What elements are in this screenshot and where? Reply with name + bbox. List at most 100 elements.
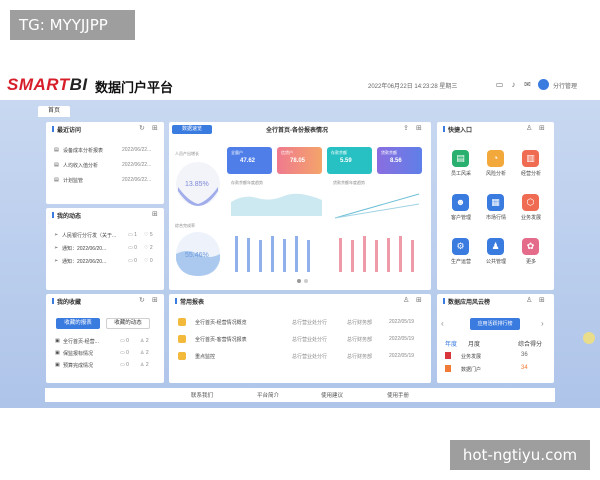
panel-marker <box>443 126 445 132</box>
recent-date: 2022/06/22... <box>122 162 152 168</box>
recent-panel: 最近访问 ↻ ⊞ ▤ 设备成本分析报表 2022/06/22... ▤ 人均收入… <box>46 122 164 204</box>
analysis-icon[interactable]: ▥ 经营分析 <box>513 150 549 186</box>
dynamics-item[interactable]: 通知：2022/06/20... <box>62 258 106 265</box>
risk-icon[interactable]: ◔ 风险分析 <box>478 150 514 186</box>
stat-card[interactable]: 存款余额 5.59 <box>327 147 372 174</box>
ring-label: 人员产出增长 <box>175 151 199 156</box>
share-icon[interactable]: ♙ <box>403 297 409 305</box>
report-date: 2022/05/19 <box>389 336 415 342</box>
stat-card[interactable]: 贷款余额 8.56 <box>377 147 422 174</box>
operation-icon[interactable]: ⚙ 生产运营 <box>443 238 479 274</box>
view-count: ▭ 0 <box>120 350 129 356</box>
footer-link[interactable]: 使用手册 <box>387 391 409 399</box>
grid-icon[interactable]: ⊞ <box>152 125 158 133</box>
quick-title: 快捷入口 <box>448 128 473 134</box>
report-org: 总行营业处分行 <box>292 354 328 360</box>
grid-icon[interactable]: ⊞ <box>416 297 422 305</box>
panel-marker <box>52 212 54 218</box>
stat-card[interactable]: 信贷户 78.05 <box>277 147 322 174</box>
panel-marker <box>52 126 54 132</box>
customer-icon[interactable]: ☻ 客户管理 <box>443 194 479 230</box>
like-count[interactable]: ♡ 2 <box>144 245 153 251</box>
dynamics-title: 我的动态 <box>57 214 82 220</box>
like-count[interactable]: ♙ 2 <box>140 338 149 344</box>
chevron-left-icon[interactable]: ‹ <box>441 319 444 328</box>
footer-link[interactable]: 使用建议 <box>321 391 343 399</box>
business-icon[interactable]: ⬡ 业务发展 <box>513 194 549 230</box>
recent-item[interactable]: 人均收入值分析 <box>63 162 98 169</box>
favorite-item[interactable]: 保监报标情况 <box>63 350 93 357</box>
stat-card[interactable]: 全量户 47.62 <box>227 147 272 174</box>
rank-name: 数据门户 <box>461 367 482 373</box>
like-count[interactable]: ♙ 2 <box>140 362 149 368</box>
chevron-right-icon[interactable]: › <box>541 319 544 328</box>
footer-link[interactable]: 平台简介 <box>257 391 279 399</box>
favorite-item[interactable]: 预算完成情况 <box>63 362 93 369</box>
screenshot-root: SMARTBI 数据门户平台 2022年06月22日 14:23:28 星期三 … <box>0 0 600 480</box>
monitor-icon[interactable]: ▭ <box>495 80 504 89</box>
smartbi-logo[interactable]: SMARTBI <box>7 75 88 95</box>
favorite-item[interactable]: 全行首页-经营... <box>63 338 99 345</box>
carousel-dot[interactable] <box>297 279 301 283</box>
watermark-tag: TG: MYYJJPP <box>10 10 135 40</box>
footer-link[interactable]: 联系我们 <box>191 391 213 399</box>
refresh-icon[interactable]: ↻ <box>139 297 145 305</box>
like-count[interactable]: ♡ 0 <box>144 258 153 264</box>
avatar[interactable] <box>538 79 549 90</box>
recent-date: 2022/06/22... <box>122 147 152 153</box>
header-user[interactable]: 分行管理 <box>553 81 577 90</box>
line-chart <box>334 193 420 219</box>
tab-favorite-reports[interactable]: 收藏的报表 <box>56 318 100 329</box>
tab-home[interactable]: 首页 <box>38 106 70 117</box>
workspace: 首页 最近访问 ↻ ⊞ ▤ 设备成本分析报表 2022/06/22... ▤ 人… <box>0 100 600 408</box>
report-dept: 总行财务部 <box>347 337 373 343</box>
wave-label: 综合完成率 <box>175 223 195 228</box>
rank-badge <box>445 365 451 372</box>
message-icon[interactable]: ✉ <box>523 80 532 89</box>
rank-score: 36 <box>521 352 528 358</box>
favorites-title: 我的收藏 <box>57 300 82 306</box>
favorites-panel: 我的收藏 ↻ ⊞ 收藏的报表 收藏的动态 ▣ 全行首页-经营... ▭ 0 ♙ … <box>46 294 164 383</box>
share-icon[interactable]: ♙ <box>526 297 532 305</box>
rank-score: 34 <box>521 365 528 371</box>
refresh-icon[interactable]: ↻ <box>139 125 145 133</box>
tab-month[interactable]: 月度 <box>468 339 480 348</box>
dashboard-subtitle: 全行首页-各份报表情况 <box>266 128 328 134</box>
watermark-site: hot-ngtiyu.com <box>450 440 590 470</box>
share-icon[interactable]: ♙ <box>526 125 532 133</box>
report-icon <box>178 335 186 343</box>
reports-panel: 常用报表 ♙ ⊞ 全行首页-经营情况概览 总行营业处分行 总行财务部 2022/… <box>169 294 431 383</box>
bell-icon[interactable]: ♪ <box>509 80 518 89</box>
dynamics-item[interactable]: 人民银行分行发（关于... <box>62 232 116 239</box>
tab-year[interactable]: 年度 <box>445 339 457 348</box>
grid-icon[interactable]: ⊞ <box>539 125 545 133</box>
market-icon[interactable]: ▦ 市场行情 <box>478 194 514 230</box>
report-org: 总行营业处分行 <box>292 337 328 343</box>
ranking-button[interactable]: 应用活跃排行榜 <box>470 318 520 330</box>
public-icon[interactable]: ♟ 公共管理 <box>478 238 514 274</box>
grid-icon[interactable]: ⊞ <box>152 211 158 219</box>
like-count[interactable]: ♡ 5 <box>144 232 153 238</box>
report-name[interactable]: 全行首页-经营情况概览 <box>195 319 247 326</box>
report-date: 2022/05/19 <box>389 353 415 359</box>
like-count[interactable]: ♙ 2 <box>140 350 149 356</box>
panel-marker <box>443 298 445 304</box>
report-dept: 总行财务部 <box>347 320 373 326</box>
dynamics-item[interactable]: 通知：2022/06/20... <box>62 245 106 252</box>
more-icon[interactable]: ✿ 更多 <box>513 238 549 274</box>
report-name[interactable]: 重点监控 <box>195 353 215 360</box>
app-header: SMARTBI 数据门户平台 2022年06月22日 14:23:28 星期三 … <box>0 70 600 100</box>
staff-icon[interactable]: ▤ 员工风采 <box>443 150 479 186</box>
tab-favorite-dynamics[interactable]: 收藏的动态 <box>106 318 150 329</box>
report-date: 2022/05/19 <box>389 319 415 325</box>
report-name[interactable]: 全行首页-客营情况报表 <box>195 336 247 343</box>
chart-icon: ▣ <box>55 338 60 344</box>
export-icon[interactable]: ⇪ <box>403 125 409 133</box>
grid-icon[interactable]: ⊞ <box>539 297 545 305</box>
grid-icon[interactable]: ⊞ <box>152 297 158 305</box>
recent-item[interactable]: 计划监管 <box>63 177 83 184</box>
chart-icon: ▣ <box>55 350 60 356</box>
recent-item[interactable]: 设备成本分析报表 <box>63 147 103 154</box>
grid-icon[interactable]: ⊞ <box>416 125 422 133</box>
carousel-dot[interactable] <box>304 279 308 283</box>
